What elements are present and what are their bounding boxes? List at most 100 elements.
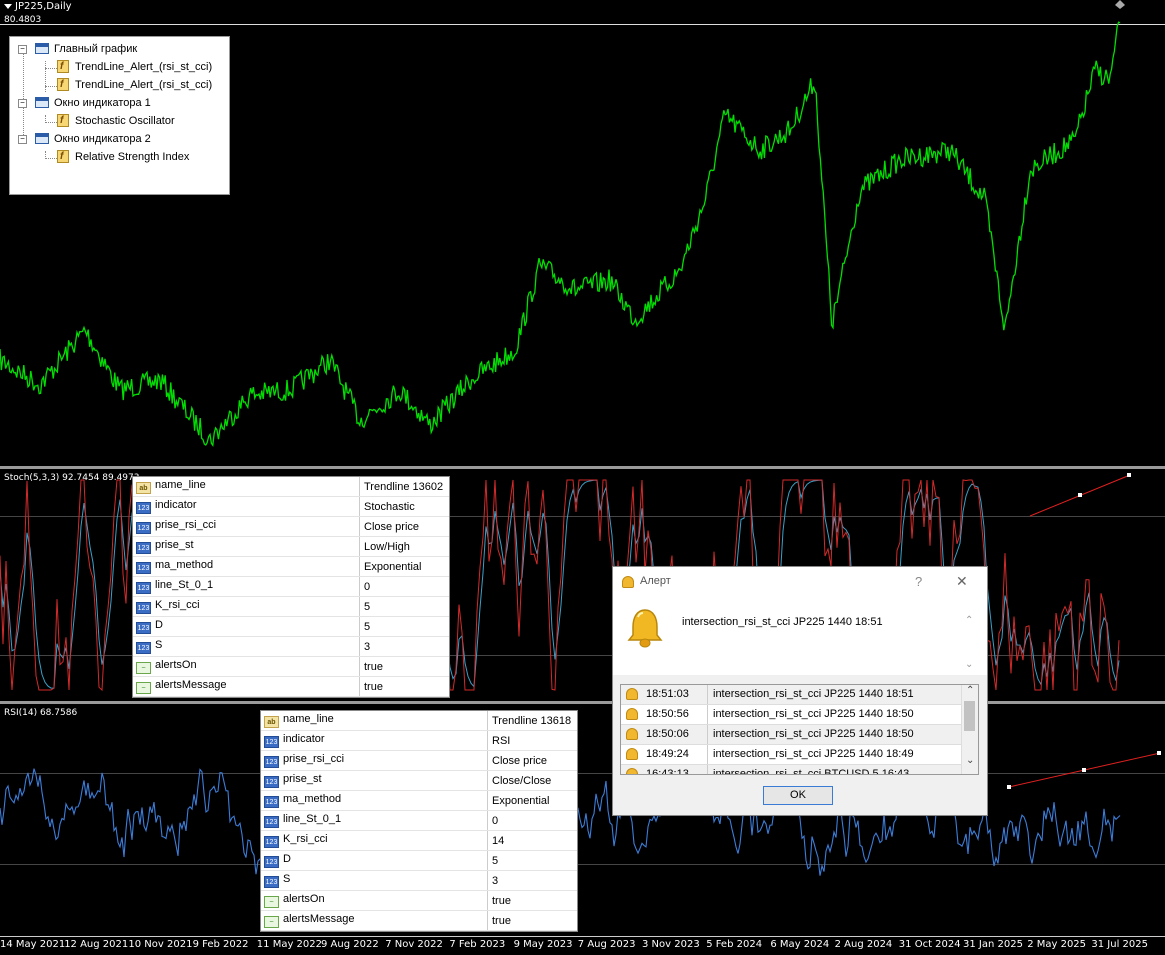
property-row[interactable]: 123 prise_rsi_cci Close price [133, 516, 449, 537]
property-row[interactable]: 123 K_rsi_cci 5 [133, 596, 449, 617]
property-value[interactable]: 0 [359, 576, 449, 597]
scroll-up-icon[interactable]: ⌃ [965, 615, 973, 626]
scroll-down-icon[interactable]: ⌄ [966, 755, 974, 766]
property-row[interactable]: 123 D 5 [261, 850, 577, 871]
tree-collapse-icon[interactable]: − [18, 45, 27, 54]
tree-collapse-icon[interactable]: − [18, 135, 27, 144]
property-value[interactable]: true [359, 656, 449, 677]
alert-log-list[interactable]: 18:51:03 intersection_rsi_st_cci JP225 14… [620, 684, 979, 775]
tree-item-indicator-window-1[interactable]: − Окно индикатора 1 [18, 95, 151, 111]
log-scrollbar[interactable]: ⌃ ⌄ [961, 685, 978, 774]
ok-button[interactable]: OK [763, 786, 833, 805]
property-row[interactable]: 123 S 3 [261, 870, 577, 891]
property-value[interactable]: true [487, 890, 577, 911]
x-axis-label: 7 Nov 2022 [385, 939, 443, 950]
property-value[interactable]: Trendline 13602 [359, 477, 449, 497]
rsi-trendline-anchor[interactable] [1157, 751, 1161, 755]
bool-param-icon: ~ [264, 916, 279, 928]
property-value[interactable]: Stochastic [359, 496, 449, 517]
property-value[interactable]: Close/Close [487, 770, 577, 791]
alert-log-row[interactable]: 18:49:24 intersection_rsi_st_cci JP225 14… [621, 745, 961, 765]
property-name: prise_rsi_cci [155, 519, 217, 531]
rsi-trendline-anchor[interactable] [1007, 785, 1011, 789]
stoch-trendline-anchor[interactable] [1078, 493, 1082, 497]
property-row[interactable]: ~ alertsOn true [133, 656, 449, 677]
property-value[interactable]: 0 [487, 810, 577, 831]
property-row[interactable]: 123 ma_method Exponential [261, 790, 577, 811]
property-row[interactable]: 123 indicator Stochastic [133, 496, 449, 517]
rsi-trendline-anchor[interactable] [1082, 768, 1086, 772]
tree-item-stochastic[interactable]: Stochastic Oscillator [57, 113, 175, 129]
property-row[interactable]: 123 line_St_0_1 0 [133, 576, 449, 597]
alert-log-row[interactable]: 18:50:06 intersection_rsi_st_cci JP225 14… [621, 725, 961, 745]
tree-item-rsi[interactable]: Relative Strength Index [57, 149, 189, 165]
property-value[interactable]: true [359, 676, 449, 697]
property-value[interactable]: RSI [487, 730, 577, 751]
tree-item-main-chart[interactable]: − Главный график [18, 41, 137, 57]
log-scrollbar-thumb[interactable] [964, 701, 975, 731]
alert-log-time: 18:50:06 [646, 728, 689, 740]
collapse-triangle-icon[interactable] [4, 3, 12, 9]
property-name: ma_method [155, 559, 214, 571]
alert-log-row[interactable]: 18:50:56 intersection_rsi_st_cci JP225 14… [621, 705, 961, 725]
property-value[interactable]: 5 [359, 596, 449, 617]
stoch-trendline[interactable] [1029, 473, 1131, 517]
tree-item-trendline-alert-2[interactable]: TrendLine_Alert_(rsi_st_cci) [57, 77, 212, 93]
property-row[interactable]: 123 line_St_0_1 0 [261, 810, 577, 831]
property-name: line_St_0_1 [283, 813, 342, 825]
property-row[interactable]: 123 D 5 [133, 616, 449, 637]
property-value[interactable]: Exponential [359, 556, 449, 577]
property-row[interactable]: ~ alertsMessage true [133, 676, 449, 697]
rsi-trendline-properties: ab name_line Trendline 13618 123 indicator RS… [260, 710, 578, 932]
property-value[interactable]: 3 [359, 636, 449, 657]
property-row[interactable]: 123 prise_rsi_cci Close price [261, 750, 577, 771]
stoch-trendline-anchor[interactable] [1127, 473, 1131, 477]
property-row[interactable]: ~ alertsMessage true [261, 910, 577, 931]
indicator-icon [57, 59, 69, 75]
close-button[interactable]: ✕ [956, 573, 968, 590]
property-row[interactable]: 123 S 3 [133, 636, 449, 657]
bell-icon [626, 688, 638, 700]
bool-param-icon: ~ [136, 662, 151, 674]
property-value[interactable]: Low/High [359, 536, 449, 557]
property-value[interactable]: 5 [359, 616, 449, 637]
property-value[interactable]: 14 [487, 830, 577, 851]
property-name-cell: 123 K_rsi_cci [133, 596, 360, 617]
numeric-param-icon: 123 [264, 756, 279, 768]
x-axis-label: 31 Jan 2025 [963, 939, 1023, 950]
rsi-trendline[interactable] [1007, 751, 1161, 789]
alert-log-message: intersection_rsi_st_cci JP225 1440 18:51 [707, 685, 914, 704]
property-row[interactable]: ~ alertsOn true [261, 890, 577, 911]
property-row[interactable]: ab name_line Trendline 13618 [261, 711, 577, 731]
alert-log-row[interactable]: 16:43:13 intersection_rsi_st_cci BTCUSD 5… [621, 765, 961, 774]
property-name-cell: ~ alertsMessage [133, 676, 360, 697]
numeric-param-icon: 123 [136, 522, 151, 534]
property-value[interactable]: Close price [359, 516, 449, 537]
property-row[interactable]: 123 prise_st Low/High [133, 536, 449, 557]
property-value[interactable]: Trendline 13618 [487, 711, 577, 731]
x-axis-label: 7 Aug 2023 [577, 939, 636, 950]
property-value[interactable]: Exponential [487, 790, 577, 811]
help-button[interactable]: ? [915, 574, 922, 589]
property-value[interactable]: 5 [487, 850, 577, 871]
property-name-cell: 123 ma_method [261, 790, 488, 811]
property-value[interactable]: 3 [487, 870, 577, 891]
chart-shift-marker[interactable] [1115, 0, 1125, 9]
pane-separator-2[interactable] [0, 701, 1165, 704]
tree-collapse-icon[interactable]: − [18, 99, 27, 108]
scroll-up-icon[interactable]: ⌃ [966, 685, 974, 696]
property-row[interactable]: 123 ma_method Exponential [133, 556, 449, 577]
property-value[interactable]: Close price [487, 750, 577, 771]
property-row[interactable]: 123 prise_st Close/Close [261, 770, 577, 791]
property-row[interactable]: 123 K_rsi_cci 14 [261, 830, 577, 851]
tree-item-indicator-window-2[interactable]: − Окно индикатора 2 [18, 131, 151, 147]
property-row[interactable]: 123 indicator RSI [261, 730, 577, 751]
property-name: S [283, 873, 291, 885]
tree-item-trendline-alert-1[interactable]: TrendLine_Alert_(rsi_st_cci) [57, 59, 212, 75]
alert-log-row[interactable]: 18:51:03 intersection_rsi_st_cci JP225 14… [621, 685, 961, 705]
scroll-down-icon[interactable]: ⌄ [965, 659, 973, 670]
property-row[interactable]: ab name_line Trendline 13602 [133, 477, 449, 497]
property-value[interactable]: true [487, 910, 577, 931]
chart-window-icon [35, 133, 49, 144]
pane-separator-1[interactable] [0, 466, 1165, 469]
